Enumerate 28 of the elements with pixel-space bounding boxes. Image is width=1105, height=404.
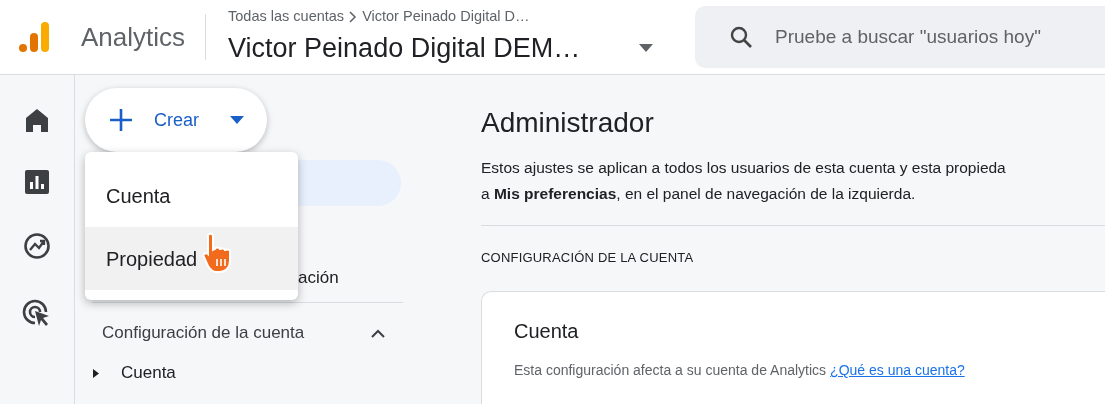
section-label: CONFIGURACIÓN DE LA CUENTA: [481, 248, 695, 267]
chevron-up-icon: [371, 328, 385, 338]
card-description: Esta configuración afecta a su cuenta de Analytics: [514, 361, 827, 381]
menu-item[interactable]: Propiedad: [85, 227, 298, 290]
property-selector[interactable]: Victor Peinado Digital DEM…: [228, 27, 654, 69]
caret-right-icon: [93, 368, 99, 378]
chevron-right-icon: [348, 10, 359, 23]
home-icon[interactable]: [24, 108, 50, 132]
description-text: Estos ajustes se aplican a todos los usuarios de esta cuenta y esta propieda a Mis preferencias, en el panel de navegación de la izquierda.: [481, 158, 1007, 204]
plus-icon: [109, 108, 133, 132]
product-name: Analytics: [81, 20, 186, 54]
search-icon: [729, 25, 753, 49]
menu-item[interactable]: Cuenta: [85, 164, 298, 227]
bar-chart-icon[interactable]: [25, 170, 49, 194]
create-button[interactable]: Crear: [85, 88, 267, 152]
breadcrumb-link[interactable]: Todas las cuentas: [228, 5, 345, 28]
breadcrumb-link[interactable]: Victor Peinado Digital D…: [362, 5, 530, 28]
dropdown-caret-icon: [230, 116, 244, 124]
help-link[interactable]: ¿Qué es una cuenta?: [830, 360, 965, 382]
search-field[interactable]: Pruebe a buscar "usuarios hoy": [775, 22, 1105, 52]
page-title: Administrador: [481, 106, 655, 140]
search-bar[interactable]: Pruebe a buscar "usuarios hoy": [695, 6, 1105, 68]
card-title: Cuenta: [514, 319, 580, 345]
nav-item[interactable]: ación: [298, 264, 339, 290]
section-header[interactable]: Configuración de la cuenta: [92, 303, 403, 363]
dropdown-caret-icon: [639, 43, 654, 52]
trend-chart-icon[interactable]: [23, 232, 51, 260]
tree-item[interactable]: Cuenta: [92, 361, 420, 385]
